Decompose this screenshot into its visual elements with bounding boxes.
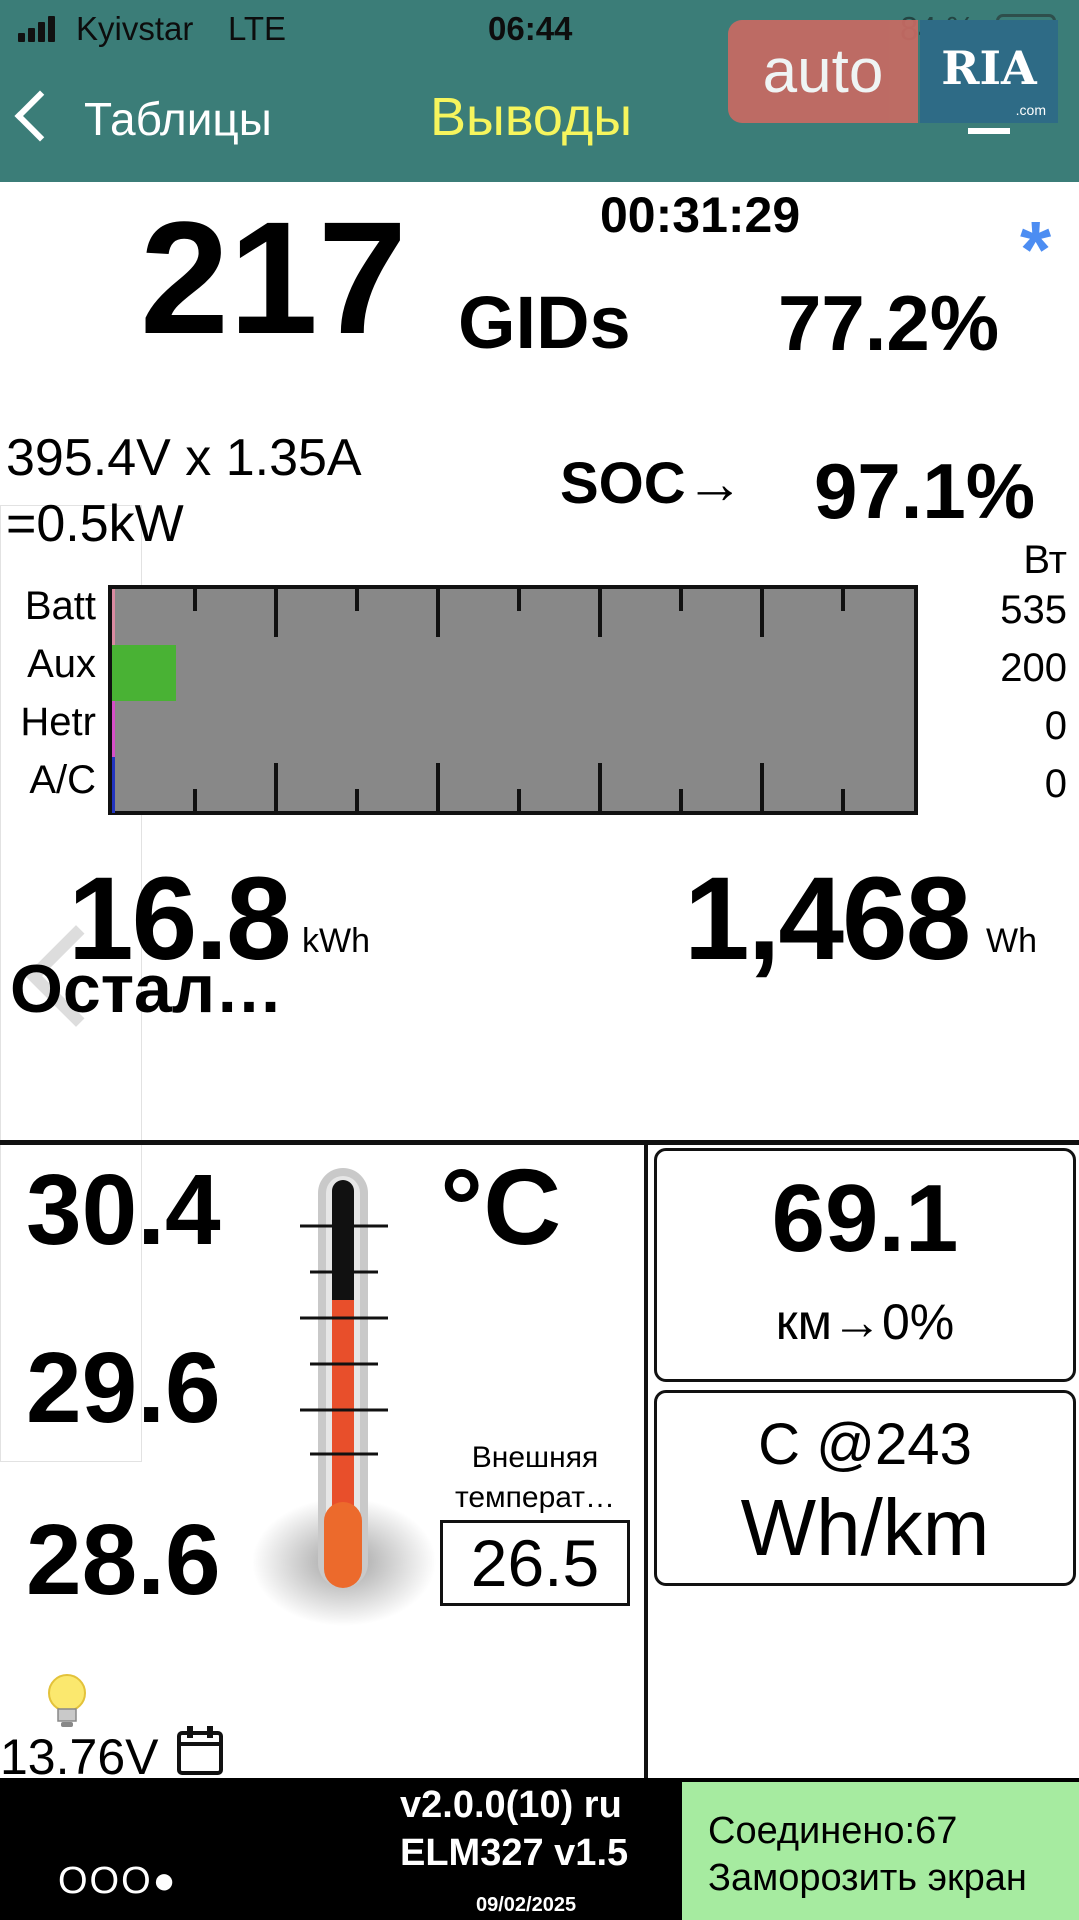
page-title: Выводы [430, 87, 633, 147]
signal-strength-icon [18, 16, 58, 42]
calendar-icon [177, 1726, 223, 1775]
bar-chart-tick [679, 589, 683, 611]
used-energy: 1,468 [684, 853, 971, 985]
power-bar-batt [112, 589, 115, 645]
gids-percent: 77.2% [778, 279, 1000, 367]
status-time: 06:44 [488, 10, 573, 47]
bar-chart-tick [598, 763, 602, 811]
bar-chart-tick [760, 763, 764, 811]
lightbulb-icon [48, 1674, 86, 1727]
bar-chart-tick [193, 789, 197, 811]
used-energy-unit: Wh [986, 922, 1037, 960]
thermometer-icon [252, 1168, 436, 1626]
bar-chart-tick [436, 589, 440, 637]
remaining-label: Остал… [10, 951, 284, 1027]
power-kw: =0.5kW [6, 495, 184, 553]
watermark-domain: .com [1015, 102, 1046, 118]
bar-chart-tick [355, 589, 359, 611]
bar-chart-tick [517, 789, 521, 811]
outside-temp-value: 26.5 [440, 1520, 630, 1606]
bar-chart-tick [517, 589, 521, 611]
bar-chart-tick [274, 763, 278, 811]
bar-label-batt: Batt [24, 584, 96, 628]
bar-value-hetr: 0 [1044, 704, 1067, 748]
freeze-screen-button[interactable]: Заморозить экран [708, 1857, 1027, 1900]
watermark-ria-text: RIA [941, 41, 1037, 95]
app-version: v2.0.0(10) ru [400, 1784, 622, 1826]
bar-label-hetr: Hetr [20, 700, 96, 744]
bar-chart-tick [436, 763, 440, 811]
connection-status[interactable]: Соединено:67 [708, 1810, 957, 1853]
bar-chart-tick [274, 589, 278, 637]
page-indicator[interactable]: OOO● [58, 1860, 178, 1903]
bar-chart-tick [679, 789, 683, 811]
watermark-logo-ria: RIA .com [920, 20, 1058, 123]
menu-icon[interactable] [968, 128, 1010, 134]
thermometer-bulb [324, 1502, 362, 1588]
voltage-current: 395.4V x 1.35A [6, 429, 362, 487]
bar-label-ac: A/C [29, 758, 96, 802]
efficiency-setting: C @243 [758, 1412, 972, 1477]
adapter-version: ELM327 v1.5 [400, 1832, 629, 1874]
range-box: 69.1 км→0% [654, 1148, 1076, 1382]
range-value: 69.1 [771, 1165, 959, 1272]
power-unit-label: Вт [1023, 538, 1067, 582]
bar-chart-tick [841, 789, 845, 811]
bar-value-batt: 535 [1000, 588, 1067, 632]
section-divider [0, 1140, 1079, 1145]
soc-value: 97.1% [814, 447, 1036, 535]
back-button[interactable]: Таблицы [84, 92, 272, 146]
power-bar-ac [112, 757, 115, 813]
range-label: км→0% [775, 1294, 955, 1350]
column-divider [644, 1143, 648, 1778]
battery-temp-max: 30.4 [26, 1154, 221, 1266]
outside-temp-label: Внешняя температ… [454, 1441, 616, 1514]
battery-temp-avg: 29.6 [26, 1332, 221, 1444]
footer-date: 09/02/2025 [476, 1894, 577, 1916]
power-bar-aux [112, 645, 176, 701]
bar-chart-tick [193, 589, 197, 611]
bar-chart-tick [598, 589, 602, 637]
watermark-logo: auto [728, 20, 918, 123]
bar-label-aux: Aux [27, 642, 96, 686]
trip-timer: 00:31:29 [600, 187, 801, 243]
network-type: LTE [228, 10, 287, 47]
bar-chart-tick [355, 789, 359, 811]
efficiency-box[interactable]: C @243 Wh/km [654, 1390, 1076, 1586]
soc-label: SOC→ [560, 451, 744, 516]
remaining-energy-unit: kWh [302, 922, 370, 960]
temperature-unit: °C [440, 1146, 562, 1267]
bar-chart-tick [760, 589, 764, 637]
bar-value-ac: 0 [1044, 762, 1067, 806]
battery-temp-min: 28.6 [26, 1504, 221, 1616]
power-bar-hetr [112, 701, 115, 757]
power-bar-chart [108, 585, 918, 815]
gids-value: 217 [140, 188, 407, 367]
bar-chart-tick [841, 589, 845, 611]
carrier-label: Kyivstar [76, 10, 194, 47]
efficiency-unit: Wh/km [740, 1483, 990, 1572]
gids-unit: GIDs [458, 281, 631, 364]
watermark-auto-text: auto [762, 37, 884, 106]
asterisk-icon[interactable]: * [1020, 210, 1051, 290]
bar-value-aux: 200 [1000, 646, 1067, 690]
